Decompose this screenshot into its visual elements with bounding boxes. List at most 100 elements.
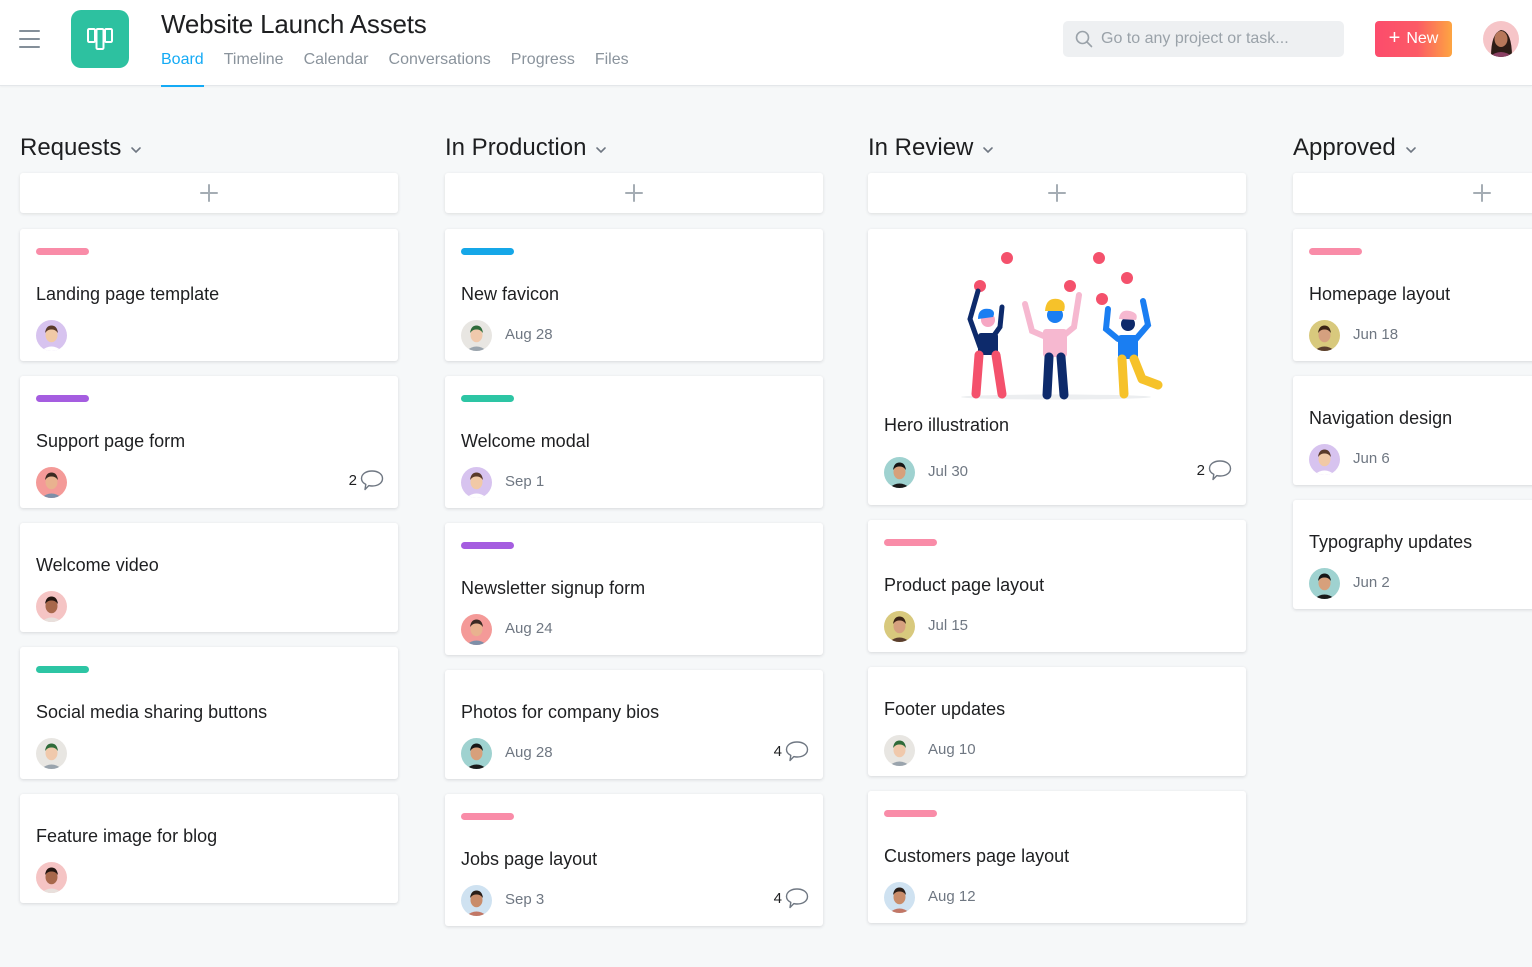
- column-title: Approved: [1293, 134, 1396, 161]
- tab-board[interactable]: Board: [161, 50, 204, 87]
- plus-icon: [200, 184, 218, 202]
- assignee-avatar[interactable]: [1309, 320, 1340, 351]
- search-input[interactable]: [1101, 30, 1331, 48]
- task-card[interactable]: Social media sharing buttons: [20, 647, 398, 779]
- assignee-avatar[interactable]: [36, 862, 67, 893]
- chevron-down-icon[interactable]: [130, 146, 142, 154]
- task-card[interactable]: Homepage layout Jun 18: [1293, 229, 1532, 361]
- assignee-avatar[interactable]: [461, 614, 492, 645]
- board-column: In Production New favicon Aug 28 Welcome mo…: [445, 120, 823, 926]
- board-column: Approved Homepage layout Jun 18 Navigation …: [1293, 120, 1532, 609]
- color-tag: [884, 539, 937, 546]
- due-date: Jul 30: [928, 463, 969, 480]
- assignee-avatar[interactable]: [461, 885, 492, 916]
- due-date: Aug 28: [505, 744, 553, 761]
- add-task-button[interactable]: [20, 173, 398, 213]
- tab-calendar[interactable]: Calendar: [304, 50, 369, 86]
- assignee-avatar[interactable]: [884, 882, 915, 913]
- plus-icon: [1048, 184, 1066, 202]
- assignee-avatar[interactable]: [884, 735, 915, 766]
- task-title: Navigation design: [1309, 408, 1453, 428]
- comment-icon: [785, 888, 809, 909]
- add-task-button[interactable]: [1293, 173, 1532, 213]
- hamburger-icon[interactable]: [19, 29, 41, 49]
- comment-count[interactable]: 2: [349, 469, 384, 491]
- task-card[interactable]: Footer updates Aug 10: [868, 667, 1246, 776]
- column-header[interactable]: In Review: [868, 124, 1246, 172]
- task-title: Newsletter signup form: [461, 578, 646, 598]
- comment-count-number: 4: [773, 889, 782, 907]
- task-card[interactable]: New favicon Aug 28: [445, 229, 823, 361]
- juggling-people-illustration: [961, 252, 1163, 400]
- assignee-avatar[interactable]: [36, 591, 67, 622]
- comment-count[interactable]: 4: [774, 740, 809, 762]
- color-tag: [461, 395, 514, 402]
- assignee-avatar[interactable]: [461, 467, 492, 498]
- tab-conversations[interactable]: Conversations: [389, 50, 491, 86]
- due-date: Jun 2: [1353, 574, 1390, 591]
- task-card[interactable]: Newsletter signup form Aug 24: [445, 523, 823, 655]
- comment-icon: [1208, 460, 1232, 481]
- tab-files[interactable]: Files: [595, 50, 629, 86]
- task-card[interactable]: Hero illustration Jul 30 2: [868, 229, 1246, 505]
- add-task-button[interactable]: [445, 173, 823, 213]
- task-card[interactable]: Product page layout Jul 15: [868, 520, 1246, 652]
- board-icon: [87, 28, 113, 50]
- board-column: In Review Hero illustration Jul 30 2 Produc…: [868, 120, 1246, 923]
- task-title: New favicon: [461, 284, 560, 304]
- chevron-down-icon[interactable]: [1405, 146, 1417, 154]
- column-header[interactable]: In Production: [445, 124, 823, 172]
- project-logo[interactable]: [71, 10, 129, 68]
- column-header[interactable]: Requests: [20, 124, 398, 172]
- task-card[interactable]: Support page form 2: [20, 376, 398, 508]
- due-date: Sep 3: [505, 891, 545, 908]
- task-title: Homepage layout: [1309, 284, 1451, 304]
- task-card[interactable]: Navigation design Jun 6: [1293, 376, 1532, 485]
- color-tag: [1309, 248, 1362, 255]
- column-header[interactable]: Approved: [1293, 124, 1532, 172]
- assignee-avatar[interactable]: [461, 320, 492, 351]
- due-date: Aug 10: [928, 741, 976, 758]
- assignee-avatar[interactable]: [884, 611, 915, 642]
- chevron-down-icon[interactable]: [595, 146, 607, 154]
- add-task-button[interactable]: [868, 173, 1246, 213]
- task-card[interactable]: Jobs page layout Sep 3 4: [445, 794, 823, 926]
- due-date: Jun 18: [1353, 326, 1399, 343]
- column-title: In Review: [868, 134, 974, 161]
- tab-timeline[interactable]: Timeline: [224, 50, 284, 86]
- tab-progress[interactable]: Progress: [511, 50, 575, 86]
- search-bar[interactable]: [1063, 21, 1344, 57]
- task-title: Footer updates: [884, 699, 1006, 719]
- comment-count-number: 2: [1196, 461, 1205, 479]
- comment-icon: [785, 741, 809, 762]
- project-tabs: Board Timeline Calendar Conversations Pr…: [161, 50, 649, 87]
- color-tag: [461, 542, 514, 549]
- color-tag: [461, 248, 514, 255]
- assignee-avatar[interactable]: [884, 457, 915, 488]
- task-card[interactable]: Feature image for blog: [20, 794, 398, 903]
- new-button[interactable]: + New: [1375, 21, 1452, 57]
- task-title: Landing page template: [36, 284, 220, 304]
- comment-count[interactable]: 4: [774, 887, 809, 909]
- user-avatar[interactable]: [1483, 21, 1519, 57]
- assignee-avatar[interactable]: [36, 467, 67, 498]
- task-card[interactable]: Welcome video: [20, 523, 398, 632]
- comment-icon: [360, 470, 384, 491]
- assignee-avatar[interactable]: [36, 738, 67, 769]
- comment-count[interactable]: 2: [1197, 459, 1232, 481]
- task-card[interactable]: Landing page template: [20, 229, 398, 361]
- chevron-down-icon[interactable]: [982, 146, 994, 154]
- task-title: Typography updates: [1309, 532, 1473, 552]
- assignee-avatar[interactable]: [461, 738, 492, 769]
- plus-icon: [625, 184, 643, 202]
- assignee-avatar[interactable]: [1309, 444, 1340, 475]
- board-column: Requests Landing page template Support pag…: [20, 120, 398, 903]
- task-card[interactable]: Typography updates Jun 2: [1293, 500, 1532, 609]
- task-card[interactable]: Customers page layout Aug 12: [868, 791, 1246, 923]
- color-tag: [36, 666, 89, 673]
- due-date: Aug 12: [928, 888, 976, 905]
- task-card[interactable]: Welcome modal Sep 1: [445, 376, 823, 508]
- assignee-avatar[interactable]: [36, 320, 67, 351]
- assignee-avatar[interactable]: [1309, 568, 1340, 599]
- task-card[interactable]: Photos for company bios Aug 28 4: [445, 670, 823, 779]
